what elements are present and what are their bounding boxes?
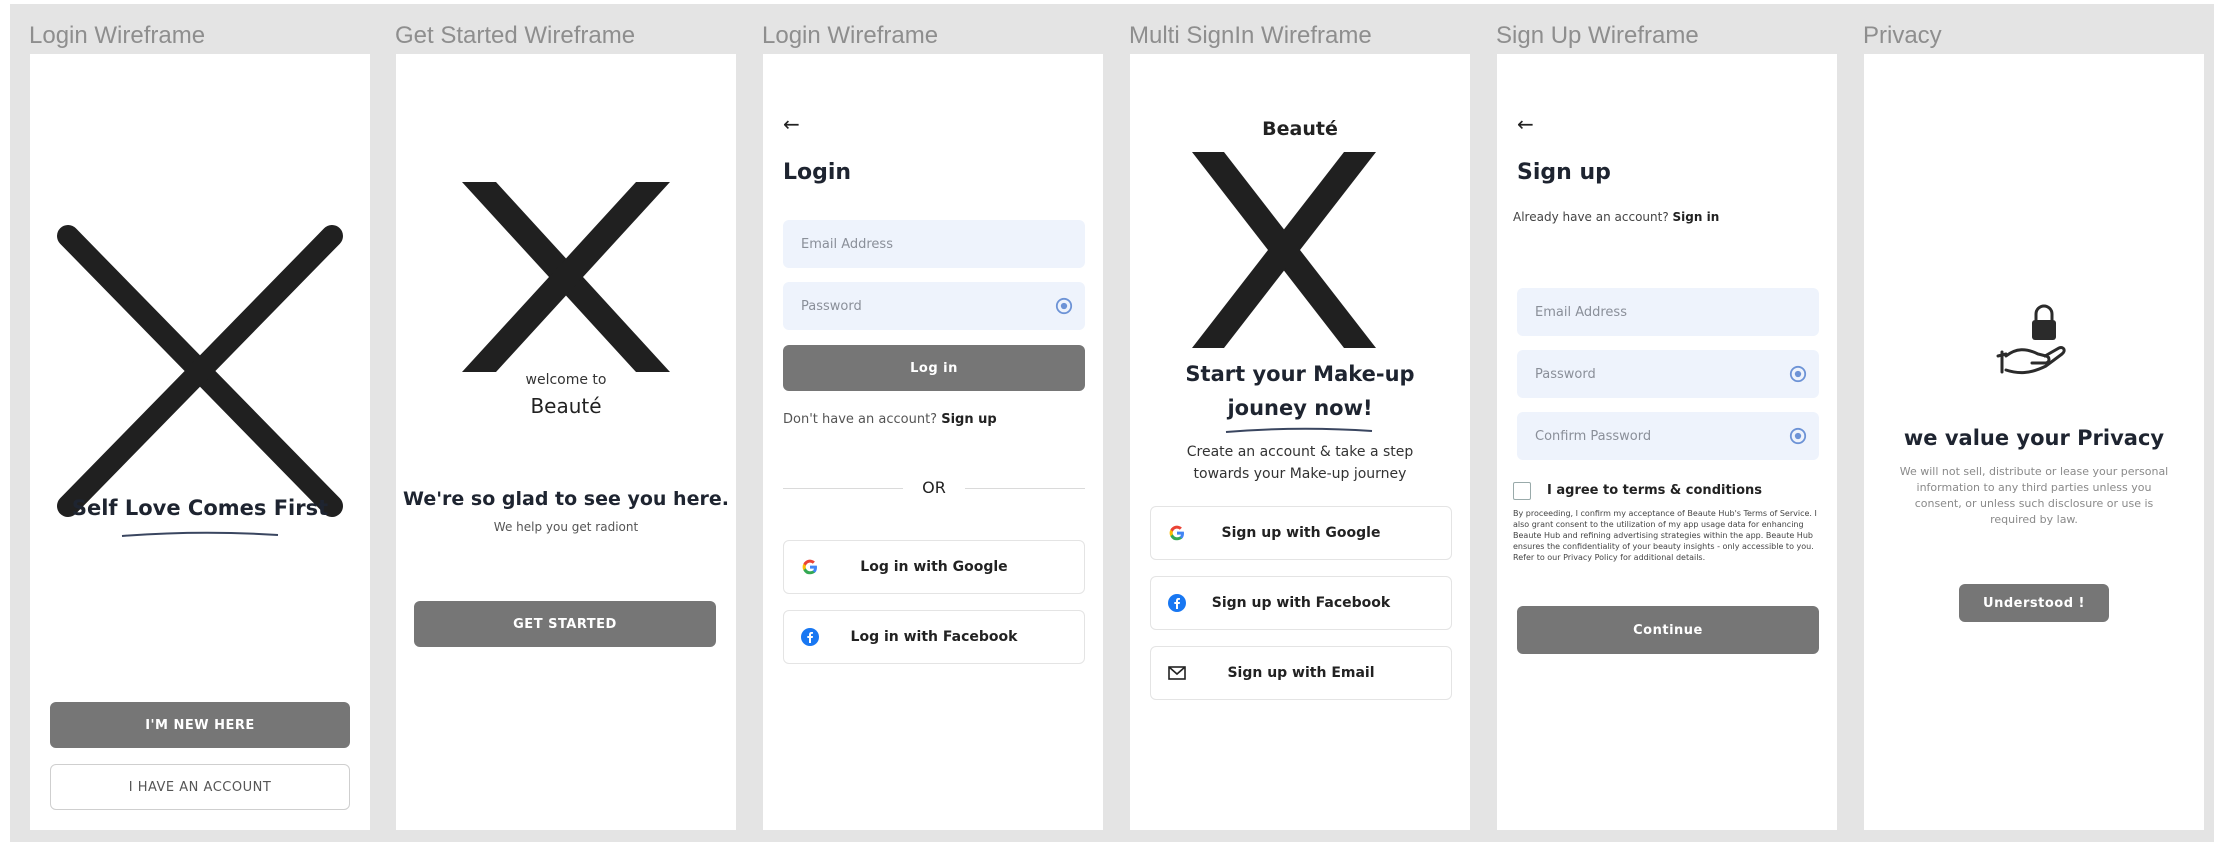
image-placeholder-icon — [57, 225, 343, 517]
password-placeholder: Password — [801, 298, 862, 314]
back-arrow-icon[interactable]: ← — [783, 112, 800, 136]
no-account-text: Don't have an account? — [783, 412, 938, 427]
email-field[interactable]: Email Address — [1517, 288, 1819, 336]
google-signup-button[interactable]: Sign up with Google — [1150, 506, 1452, 560]
login-button[interactable]: Log in — [783, 345, 1085, 391]
facebook-login-label: Log in with Facebook — [850, 629, 1018, 645]
page-title: Self Love Comes First — [71, 496, 329, 520]
page-title: Login — [783, 160, 852, 185]
google-icon — [1167, 523, 1187, 543]
frame-login-splash: Login Wireframe Self Love Comes First I'… — [20, 4, 370, 842]
frame-title: Sign Up Wireframe — [1496, 22, 1699, 49]
divider-right — [965, 488, 1085, 489]
frame-privacy: Privacy we value your Privacy We will no… — [1854, 4, 2204, 842]
subtitle-line2: towards your Make-up journey — [1193, 466, 1407, 482]
signup-prompt: Don't have an account? Sign up — [783, 412, 997, 427]
new-here-button[interactable]: I'M NEW HERE — [50, 702, 350, 748]
facebook-signup-button[interactable]: Sign up with Facebook — [1150, 576, 1452, 630]
confirm-password-field[interactable]: Confirm Password — [1517, 412, 1819, 460]
brand-name: Beauté — [530, 394, 602, 418]
have-account-text: Already have an account? — [1513, 210, 1669, 224]
email-signup-button[interactable]: Sign up with Email — [1150, 646, 1452, 700]
phone-screen: Beauté Start your Make-up jouney now! Cr… — [1130, 54, 1470, 830]
get-started-button[interactable]: GET STARTED — [414, 601, 716, 647]
continue-button[interactable]: Continue — [1517, 606, 1819, 654]
legal-text: By proceeding, I confirm my acceptance o… — [1513, 509, 1817, 562]
frame-title: Login Wireframe — [762, 22, 939, 49]
have-account-button[interactable]: I HAVE AN ACCOUNT — [50, 764, 350, 810]
title-underline — [1225, 427, 1373, 433]
google-login-label: Log in with Google — [860, 559, 1008, 575]
page-title: we value your Privacy — [1903, 426, 2165, 450]
google-icon — [800, 557, 820, 577]
frame-title: Multi SignIn Wireframe — [1129, 22, 1372, 49]
image-placeholder-icon — [462, 182, 670, 372]
signin-link[interactable]: Sign in — [1673, 210, 1720, 224]
understood-button[interactable]: Understood ! — [1959, 584, 2109, 622]
facebook-icon — [800, 627, 820, 647]
or-separator: OR — [922, 478, 946, 497]
email-signup-label: Sign up with Email — [1227, 665, 1375, 681]
brand-name: Beauté — [1262, 118, 1338, 140]
frame-title: Privacy — [1863, 22, 1942, 49]
subtitle-line1: Create an account & take a step — [1186, 444, 1414, 460]
eye-icon[interactable] — [1789, 427, 1807, 445]
frame-title: Get Started Wireframe — [395, 22, 636, 49]
design-canvas: Login Wireframe Self Love Comes First I'… — [10, 4, 2214, 842]
frame-title: Login Wireframe — [29, 22, 206, 49]
terms-checkbox[interactable] — [1513, 482, 1531, 500]
phone-screen: Self Love Comes First I'M NEW HERE I HAV… — [30, 54, 370, 830]
phone-screen: ← Sign up Already have an account? Sign … — [1497, 54, 1837, 830]
password-field[interactable]: Password — [783, 282, 1085, 330]
frame-multi-signin: Multi SignIn Wireframe Beauté Start your… — [1120, 4, 1470, 842]
back-arrow-icon[interactable]: ← — [1517, 112, 1534, 136]
hand-lock-icon — [1996, 304, 2066, 375]
privacy-body: We will not sell, distribute or lease yo… — [1899, 465, 2169, 526]
email-icon — [1167, 663, 1187, 683]
page-title-line2: jouney now! — [1227, 396, 1373, 420]
frame-sign-up: Sign Up Wireframe ← Sign up Already have… — [1487, 4, 1837, 842]
password-placeholder: Password — [1535, 366, 1596, 382]
facebook-icon — [1167, 593, 1187, 613]
signup-link[interactable]: Sign up — [941, 412, 996, 427]
phone-screen: ← Login Email Address Password Log in Do… — [763, 54, 1103, 830]
terms-label: I agree to terms & conditions — [1547, 483, 1763, 498]
page-title-line1: Start your Make-up — [1185, 362, 1415, 386]
frame-get-started: Get Started Wireframe welcome to Beauté … — [386, 4, 736, 842]
image-placeholder-icon — [1192, 152, 1376, 348]
facebook-signup-label: Sign up with Facebook — [1211, 595, 1391, 611]
subtitle: We help you get radiont — [493, 520, 639, 534]
google-login-button[interactable]: Log in with Google — [783, 540, 1085, 594]
phone-screen: welcome to Beauté We're so glad to see y… — [396, 54, 736, 830]
email-field[interactable]: Email Address — [783, 220, 1085, 268]
frame-login-form: Login Wireframe ← Login Email Address Pa… — [753, 4, 1103, 842]
eye-icon[interactable] — [1789, 365, 1807, 383]
page-title: Sign up — [1517, 160, 1611, 185]
title-underline — [121, 531, 279, 537]
divider-left — [783, 488, 903, 489]
password-field[interactable]: Password — [1517, 350, 1819, 398]
google-signup-label: Sign up with Google — [1221, 525, 1381, 541]
confirm-password-placeholder: Confirm Password — [1535, 428, 1652, 444]
facebook-login-button[interactable]: Log in with Facebook — [783, 610, 1085, 664]
welcome-text: welcome to — [525, 372, 607, 388]
page-title: We're so glad to see you here. — [403, 488, 729, 510]
eye-icon[interactable] — [1055, 297, 1073, 315]
signin-prompt: Already have an account? Sign in — [1513, 210, 1719, 224]
phone-screen: we value your Privacy We will not sell, … — [1864, 54, 2204, 830]
